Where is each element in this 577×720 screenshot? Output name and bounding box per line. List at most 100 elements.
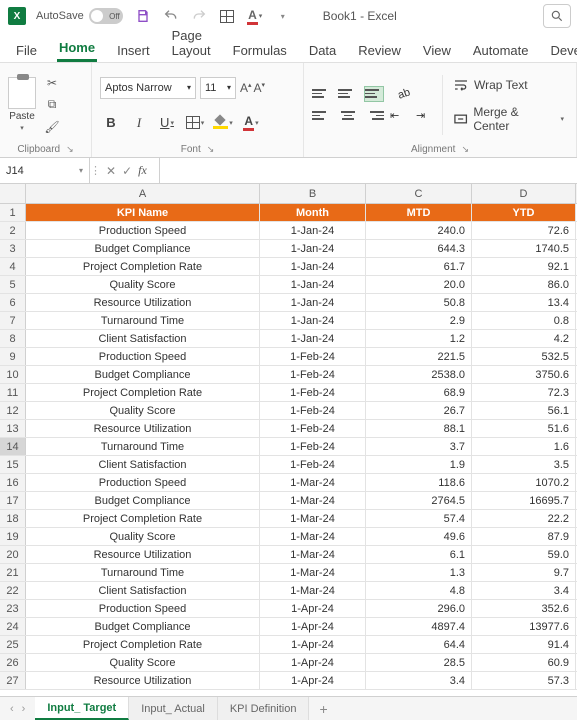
row-header[interactable]: 16 [0, 474, 26, 491]
sheet-tab-input-actual[interactable]: Input_ Actual [129, 697, 218, 720]
undo-icon[interactable] [161, 6, 181, 26]
row-header[interactable]: 27 [0, 672, 26, 689]
cell[interactable]: 1-Feb-24 [260, 420, 366, 437]
tab-review[interactable]: Review [356, 39, 403, 62]
cell[interactable]: 92.1 [472, 258, 576, 275]
cell[interactable]: Client Satisfaction [26, 330, 260, 347]
tab-view[interactable]: View [421, 39, 453, 62]
redo-icon[interactable] [189, 6, 209, 26]
paste-button[interactable]: Paste ▾ [8, 77, 36, 132]
cell[interactable]: Project Completion Rate [26, 510, 260, 527]
tab-automate[interactable]: Automate [471, 39, 531, 62]
cell[interactable]: 532.5 [472, 348, 576, 365]
font-launcher-icon[interactable]: ↘ [207, 144, 215, 155]
cell[interactable]: 3.4 [472, 582, 576, 599]
cell[interactable]: Budget Compliance [26, 492, 260, 509]
cell[interactable]: Production Speed [26, 600, 260, 617]
cell[interactable]: Budget Compliance [26, 240, 260, 257]
row-header[interactable]: 13 [0, 420, 26, 437]
grid-icon[interactable] [217, 6, 237, 26]
row-header[interactable]: 2 [0, 222, 26, 239]
row-header[interactable]: 26 [0, 654, 26, 671]
cell[interactable]: 3.4 [366, 672, 472, 689]
name-box[interactable]: J14 ▾ [0, 158, 90, 183]
tab-home[interactable]: Home [57, 36, 97, 62]
wrap-text-button[interactable]: Wrap Text [449, 75, 568, 95]
cut-icon[interactable]: ✂ [42, 75, 62, 91]
cell[interactable]: 1-Feb-24 [260, 456, 366, 473]
header-cell[interactable]: KPI Name [26, 204, 260, 221]
column-header-c[interactable]: C [366, 184, 472, 203]
cell[interactable]: 1-Jan-24 [260, 330, 366, 347]
row-header[interactable]: 19 [0, 528, 26, 545]
cell[interactable]: 1-Apr-24 [260, 618, 366, 635]
toggle-switch[interactable]: Off [89, 8, 123, 24]
fill-color-button[interactable]: ▾ [212, 113, 234, 133]
cell[interactable]: Quality Score [26, 402, 260, 419]
cell[interactable]: 1-Feb-24 [260, 402, 366, 419]
column-header-a[interactable]: A [26, 184, 260, 203]
tab-insert[interactable]: Insert [115, 39, 152, 62]
decrease-indent-button[interactable]: ⇤ [390, 108, 410, 124]
alignment-launcher-icon[interactable]: ↘ [461, 144, 469, 155]
italic-button[interactable]: I [128, 113, 150, 133]
cell[interactable]: 296.0 [366, 600, 472, 617]
row-header[interactable]: 6 [0, 294, 26, 311]
cell[interactable]: Turnaround Time [26, 438, 260, 455]
cell[interactable]: 1-Jan-24 [260, 276, 366, 293]
cell[interactable]: 1740.5 [472, 240, 576, 257]
cell[interactable]: 20.0 [366, 276, 472, 293]
sheet-nav-prev-icon[interactable]: ‹ [10, 703, 14, 715]
formula-input[interactable] [159, 158, 577, 183]
cell[interactable]: 72.6 [472, 222, 576, 239]
cell[interactable]: 2.9 [366, 312, 472, 329]
row-header[interactable]: 23 [0, 600, 26, 617]
copy-icon[interactable]: ⧉ [42, 97, 62, 113]
fx-icon[interactable]: fx [138, 163, 147, 178]
cell[interactable]: 1-Apr-24 [260, 600, 366, 617]
cell[interactable]: 221.5 [366, 348, 472, 365]
row-header[interactable]: 21 [0, 564, 26, 581]
row-header[interactable]: 15 [0, 456, 26, 473]
cell[interactable]: 1-Jan-24 [260, 240, 366, 257]
cell[interactable]: 1-Feb-24 [260, 384, 366, 401]
align-center-button[interactable] [338, 108, 358, 124]
cell[interactable]: Project Completion Rate [26, 636, 260, 653]
row-header[interactable]: 20 [0, 546, 26, 563]
cell[interactable]: Resource Utilization [26, 672, 260, 689]
row-header[interactable]: 4 [0, 258, 26, 275]
cell[interactable]: 88.1 [366, 420, 472, 437]
format-painter-icon[interactable]: 🖌 [42, 119, 62, 135]
cell[interactable]: Quality Score [26, 654, 260, 671]
row-header[interactable]: 5 [0, 276, 26, 293]
cell[interactable]: 64.4 [366, 636, 472, 653]
header-cell[interactable]: YTD [472, 204, 576, 221]
cell[interactable]: Production Speed [26, 222, 260, 239]
cell[interactable]: 57.4 [366, 510, 472, 527]
align-top-button[interactable] [312, 86, 332, 102]
cell[interactable]: 3750.6 [472, 366, 576, 383]
cell[interactable]: 49.6 [366, 528, 472, 545]
cell[interactable]: Client Satisfaction [26, 582, 260, 599]
cell[interactable]: 50.8 [366, 294, 472, 311]
font-size-dropdown[interactable]: 11 ▾ [200, 77, 236, 99]
cell[interactable]: 1.9 [366, 456, 472, 473]
borders-button[interactable]: ▾ [184, 113, 206, 133]
sheet-nav-next-icon[interactable]: › [22, 703, 26, 715]
cell[interactable]: Quality Score [26, 276, 260, 293]
row-header[interactable]: 17 [0, 492, 26, 509]
sheet-tab-input-target[interactable]: Input_ Target [35, 697, 129, 720]
orientation-button[interactable]: ab [390, 86, 418, 102]
cell[interactable]: 1-Apr-24 [260, 654, 366, 671]
cell[interactable]: Turnaround Time [26, 564, 260, 581]
tab-data[interactable]: Data [307, 39, 338, 62]
cell[interactable]: 13977.6 [472, 618, 576, 635]
row-header[interactable]: 14 [0, 438, 26, 455]
cell[interactable]: Production Speed [26, 348, 260, 365]
underline-button[interactable]: U▾ [156, 113, 178, 133]
row-header[interactable]: 3 [0, 240, 26, 257]
row-header[interactable]: 1 [0, 204, 26, 221]
merge-center-button[interactable]: Merge & Center ▾ [449, 103, 568, 135]
cell[interactable]: 28.5 [366, 654, 472, 671]
cell[interactable]: 1-Jan-24 [260, 222, 366, 239]
